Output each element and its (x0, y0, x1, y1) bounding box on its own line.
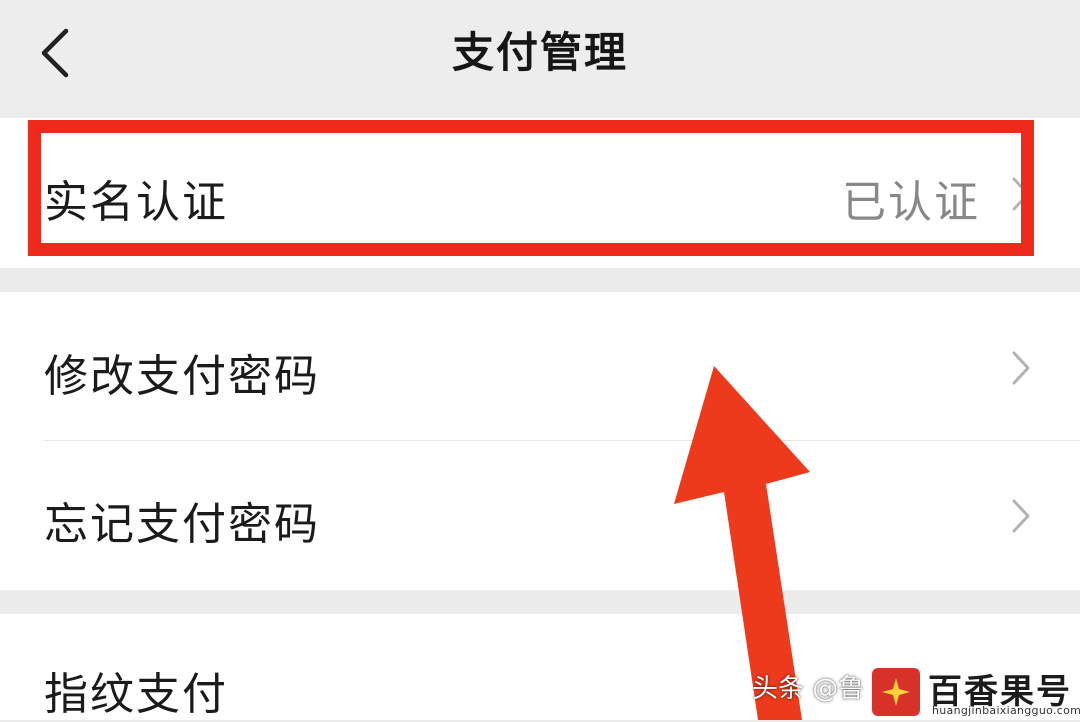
nav-header: 支付管理 (0, 0, 1080, 106)
page-title: 支付管理 (451, 28, 628, 77)
real-name-verification-row[interactable]: 实名认证 已认证 (0, 118, 1080, 268)
change-payment-password-row[interactable]: 修改支付密码 (0, 292, 1080, 440)
verification-group: 实名认证 已认证 (0, 118, 1080, 268)
back-button[interactable] (20, 18, 90, 88)
forgot-payment-password-label: 忘记支付密码 (44, 499, 320, 550)
chevron-right-icon (1012, 177, 1030, 211)
chevron-left-icon (41, 28, 69, 78)
forgot-payment-password-row[interactable]: 忘记支付密码 (0, 440, 1080, 590)
verification-status: 已认证 (842, 177, 980, 228)
chevron-right-icon (1012, 351, 1030, 385)
real-name-verification-label: 实名认证 (44, 177, 228, 228)
change-payment-password-label: 修改支付密码 (44, 351, 320, 402)
fingerprint-payment-row[interactable]: 指纹支付 (0, 614, 1080, 720)
fingerprint-payment-label: 指纹支付 (44, 669, 228, 720)
chevron-right-icon (1012, 499, 1030, 533)
fingerprint-group: 指纹支付 (0, 614, 1080, 720)
password-group: 修改支付密码 忘记支付密码 (0, 292, 1080, 590)
